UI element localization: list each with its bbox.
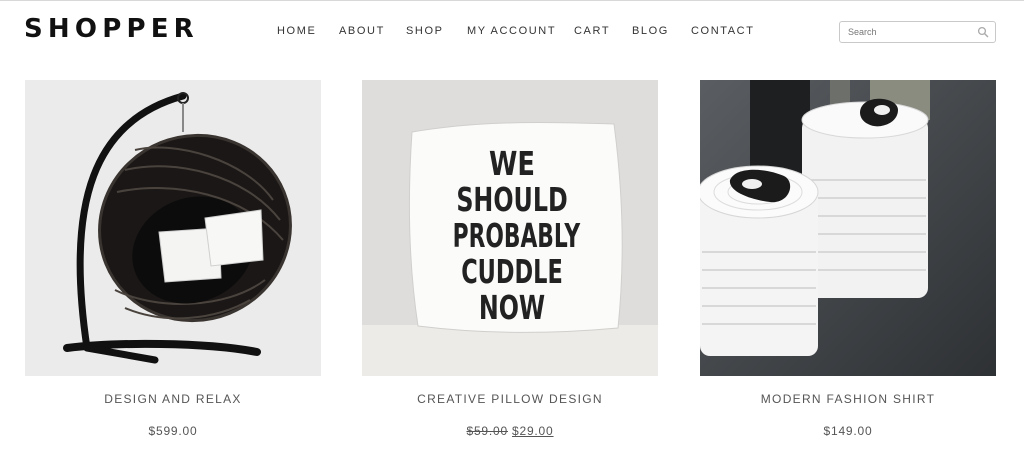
product-image-pillow[interactable]: WE SHOULD PROBABLY CUDDLE NOW	[362, 80, 658, 376]
price-current: $149.00	[823, 424, 873, 438]
product-price: $59.00 $29.00	[362, 424, 658, 438]
nav-contact[interactable]: CONTACT	[691, 25, 755, 37]
price-current: $599.00	[148, 424, 198, 438]
nav-about[interactable]: ABOUT	[339, 25, 385, 37]
pillow-line: SHOULD	[456, 180, 568, 219]
search-icon[interactable]	[977, 26, 989, 38]
top-border	[0, 0, 1024, 1]
product-name[interactable]: CREATIVE PILLOW DESIGN	[362, 392, 658, 406]
search-input[interactable]	[840, 22, 978, 42]
product-image-canisters[interactable]	[700, 80, 996, 376]
pillow-line: PROBABLY	[452, 216, 581, 255]
pillow-line: WE	[489, 144, 535, 183]
nav-cart[interactable]: CART	[574, 25, 610, 37]
price-original: $59.00	[466, 424, 508, 438]
product-name[interactable]: DESIGN AND RELAX	[25, 392, 321, 406]
nav-shop[interactable]: SHOP	[406, 25, 444, 37]
product-name[interactable]: MODERN FASHION SHIRT	[700, 392, 996, 406]
pillow-line: CUDDLE	[461, 252, 563, 291]
price-sale: $29.00	[512, 424, 554, 438]
search-box	[839, 21, 996, 43]
product-price: $149.00	[700, 424, 996, 438]
pillow-line: NOW	[478, 288, 546, 327]
nav-home[interactable]: HOME	[277, 25, 316, 37]
product-price: $599.00	[25, 424, 321, 438]
nav-my-account[interactable]: MY ACCOUNT	[467, 25, 556, 37]
product-image-egg-chair[interactable]	[25, 80, 321, 376]
site-logo[interactable]: SHOPPER	[24, 14, 199, 44]
nav-blog[interactable]: BLOG	[632, 25, 669, 37]
pillow-print: WE SHOULD PROBABLY CUDDLE NOW	[422, 146, 602, 326]
